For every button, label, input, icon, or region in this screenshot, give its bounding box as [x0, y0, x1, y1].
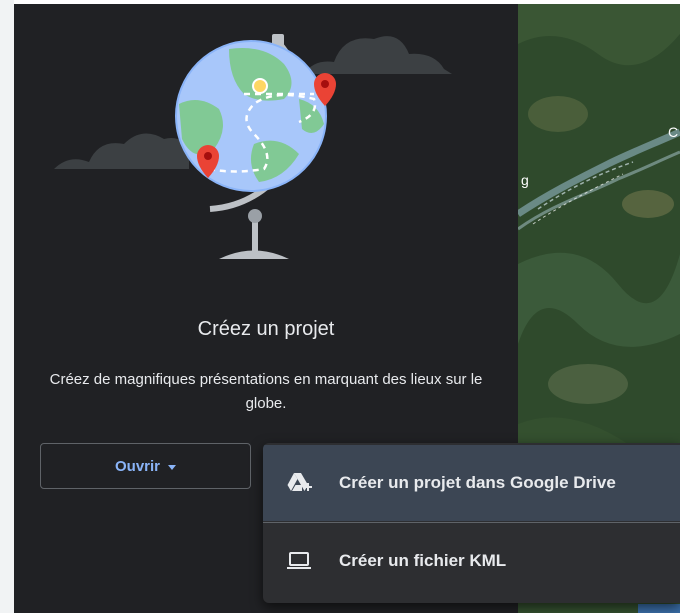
google-drive-add-icon [285, 469, 313, 497]
window-left-edge [0, 0, 14, 613]
map-label-fragment: g [521, 172, 529, 188]
map-label-fragment: C [668, 124, 679, 140]
open-button[interactable]: Ouvrir [40, 443, 251, 489]
panel-description: Créez de magnifiques présentations en ma… [49, 371, 483, 412]
open-button-label: Ouvrir [114, 457, 160, 475]
menu-item-create-drive-project[interactable]: Créer un projet dans Google Drive [263, 445, 680, 521]
create-menu: Créer un projet dans Google Drive Créer … [263, 443, 680, 603]
menu-item-label: Créer un projet dans Google Drive [339, 473, 616, 492]
laptop-icon [285, 547, 313, 575]
caret-down-icon [168, 464, 176, 470]
menu-item-label: Créer un fichier KML [339, 551, 507, 570]
panel-title: Créez un projet [197, 318, 335, 340]
menu-item-create-kml-file[interactable]: Créer un fichier KML [263, 523, 680, 599]
globe-illustration [54, 34, 452, 259]
